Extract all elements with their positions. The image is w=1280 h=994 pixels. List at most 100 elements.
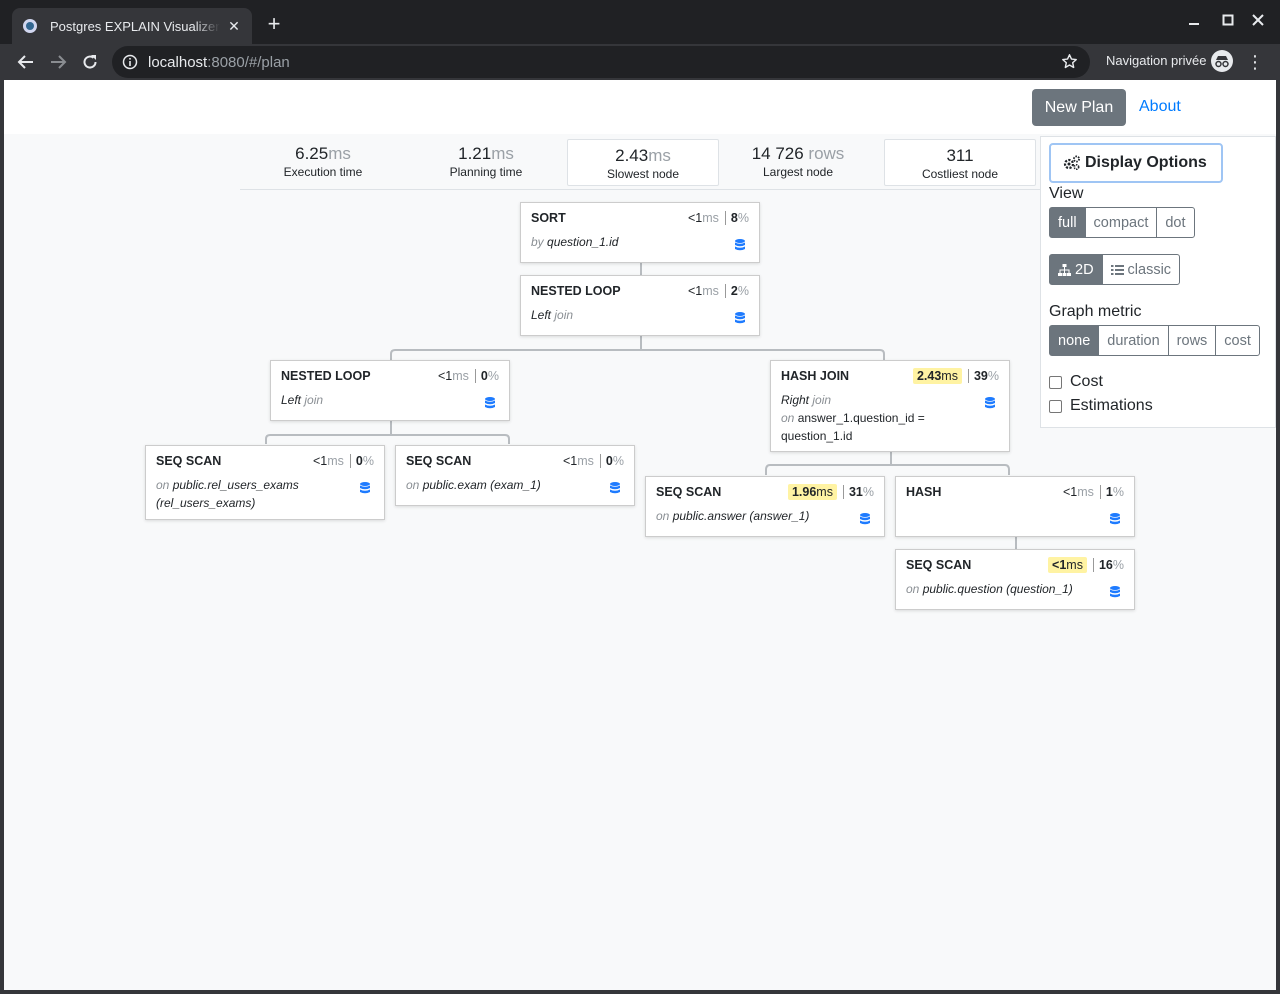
back-arrow-icon[interactable] bbox=[14, 50, 38, 74]
node-percent-unit: % bbox=[362, 454, 374, 468]
metric-none-button[interactable]: none bbox=[1049, 325, 1100, 356]
node-detail: question_1.id bbox=[781, 429, 853, 443]
incognito-icon[interactable] bbox=[1211, 50, 1233, 72]
browser-menu-icon[interactable]: ⋮ bbox=[1246, 50, 1264, 74]
plan-node-hash-join[interactable]: HASH JOIN 2.43ms 39% Right join on answe… bbox=[770, 360, 1010, 452]
database-icon bbox=[985, 397, 999, 445]
database-icon bbox=[485, 397, 499, 412]
node-duration-value: <1 bbox=[437, 369, 453, 383]
display-options-title: Display Options bbox=[1085, 154, 1207, 171]
node-duration-value: <1 bbox=[562, 454, 578, 468]
node-keyword: join bbox=[812, 393, 832, 407]
layout-2d-button[interactable]: 2D bbox=[1049, 254, 1103, 285]
plan-node-seq-scan[interactable]: SEQ SCAN <1ms 0% on public.rel_users_exa… bbox=[145, 445, 385, 520]
node-detail: Left bbox=[531, 308, 552, 322]
node-detail: public.exam (exam_1) bbox=[422, 478, 541, 492]
layout-classic-button[interactable]: classic bbox=[1101, 254, 1181, 285]
cogs-icon bbox=[1063, 155, 1081, 171]
reload-icon[interactable] bbox=[78, 50, 102, 74]
display-options-toggle[interactable]: Display Options bbox=[1049, 143, 1223, 183]
url-path: :8080/#/plan bbox=[207, 53, 290, 71]
node-duration: <1ms bbox=[1063, 485, 1094, 499]
node-detail: Left bbox=[281, 393, 302, 407]
database-icon bbox=[735, 312, 749, 327]
close-window-icon[interactable] bbox=[1252, 12, 1264, 33]
node-keyword: by bbox=[531, 235, 544, 249]
node-percent-unit: % bbox=[1112, 485, 1124, 499]
view-compact-button[interactable]: compact bbox=[1084, 207, 1158, 238]
address-bar[interactable]: localhost:8080/#/plan bbox=[112, 46, 1090, 78]
node-duration-unit: ms bbox=[452, 369, 469, 383]
minimize-icon[interactable] bbox=[1188, 12, 1200, 33]
new-tab-button[interactable]: + bbox=[262, 12, 286, 36]
database-icon bbox=[360, 482, 374, 512]
cost-checkbox[interactable] bbox=[1049, 375, 1062, 389]
plan-node-hash[interactable]: HASH <1ms 1% bbox=[895, 476, 1135, 537]
node-duration-value: 1.96 bbox=[791, 485, 817, 499]
node-duration-value: 2.43 bbox=[916, 369, 942, 383]
browser-tab[interactable]: Postgres EXPLAIN Visualizer 2 ( ✕ bbox=[12, 8, 252, 44]
plan-node-nested-loop[interactable]: NESTED LOOP <1ms 2% Left join bbox=[520, 275, 760, 336]
node-duration: 1.96ms bbox=[787, 484, 837, 500]
estimations-checkbox[interactable] bbox=[1049, 399, 1062, 413]
node-duration: <1ms bbox=[688, 284, 719, 298]
incognito-label: Navigation privée bbox=[1106, 53, 1207, 68]
node-percent-value: 8 bbox=[730, 211, 738, 225]
node-duration-unit: ms bbox=[1066, 558, 1083, 572]
node-percent: 1% bbox=[1099, 485, 1124, 499]
node-percent: 16% bbox=[1092, 558, 1124, 572]
plan-node-seq-scan[interactable]: SEQ SCAN 1.96ms 31% on public.answer (an… bbox=[645, 476, 885, 537]
node-type: SEQ SCAN bbox=[156, 454, 222, 468]
graph-metric-button-group: none duration rows cost bbox=[1049, 325, 1260, 356]
info-icon[interactable] bbox=[122, 54, 138, 70]
node-percent-unit: % bbox=[987, 369, 999, 383]
forward-arrow-icon[interactable] bbox=[46, 50, 70, 74]
view-label: View bbox=[1049, 185, 1084, 202]
node-detail: question_1.id bbox=[547, 235, 619, 249]
plan-node-seq-scan[interactable]: SEQ SCAN <1ms 0% on public.exam (exam_1) bbox=[395, 445, 635, 506]
node-duration: <1ms bbox=[438, 369, 469, 383]
node-keyword: on bbox=[156, 478, 170, 492]
node-detail: public.answer (answer_1) bbox=[672, 509, 810, 523]
database-icon bbox=[1110, 586, 1124, 601]
node-percent-value: 31 bbox=[848, 485, 863, 499]
node-keyword: join bbox=[304, 393, 324, 407]
tab-close-icon[interactable]: ✕ bbox=[226, 18, 242, 35]
cost-checkbox-row[interactable]: Cost bbox=[1049, 373, 1103, 391]
view-dot-button[interactable]: dot bbox=[1156, 207, 1195, 238]
view-full-button[interactable]: full bbox=[1049, 207, 1086, 238]
node-duration-value: <1 bbox=[1062, 485, 1078, 499]
metric-rows-button[interactable]: rows bbox=[1167, 325, 1217, 356]
node-keyword: on bbox=[906, 582, 920, 596]
node-duration-unit: ms bbox=[702, 211, 719, 225]
bookmark-star-icon[interactable] bbox=[1061, 53, 1078, 75]
node-duration: <1ms bbox=[313, 454, 344, 468]
node-duration-value: <1 bbox=[312, 454, 328, 468]
node-percent-value: 0 bbox=[605, 454, 613, 468]
node-duration-unit: ms bbox=[702, 284, 719, 298]
node-detail: public.rel_users_exams bbox=[172, 478, 299, 492]
node-percent-unit: % bbox=[487, 369, 499, 383]
url-host: localhost bbox=[148, 53, 208, 71]
plan-node-seq-scan[interactable]: SEQ SCAN <1ms 16% on public.question (qu… bbox=[895, 549, 1135, 610]
node-type: HASH JOIN bbox=[781, 369, 850, 383]
browser-toolbar: localhost:8080/#/plan Navigation privée … bbox=[0, 44, 1280, 80]
node-duration-value: <1 bbox=[687, 284, 703, 298]
maximize-icon[interactable] bbox=[1222, 12, 1234, 33]
node-percent: 2% bbox=[724, 284, 749, 298]
plan-node-sort[interactable]: SORT <1ms 8% by question_1.id bbox=[520, 202, 760, 263]
node-percent-unit: % bbox=[612, 454, 624, 468]
node-detail: answer_1.question_id = bbox=[797, 411, 925, 425]
node-percent-unit: % bbox=[737, 211, 749, 225]
postgres-favicon-icon bbox=[22, 18, 38, 34]
layout-button-group: 2D classic bbox=[1049, 254, 1181, 285]
node-duration: 2.43ms bbox=[912, 368, 962, 384]
estimations-checkbox-row[interactable]: Estimations bbox=[1049, 397, 1153, 415]
metric-duration-button[interactable]: duration bbox=[1098, 325, 1169, 356]
node-keyword: on bbox=[406, 478, 420, 492]
plan-node-nested-loop[interactable]: NESTED LOOP <1ms 0% Left join bbox=[270, 360, 510, 421]
node-type: NESTED LOOP bbox=[531, 284, 621, 298]
node-duration-value: <1 bbox=[1052, 558, 1067, 572]
metric-cost-button[interactable]: cost bbox=[1215, 325, 1260, 356]
node-percent: 31% bbox=[842, 485, 874, 499]
